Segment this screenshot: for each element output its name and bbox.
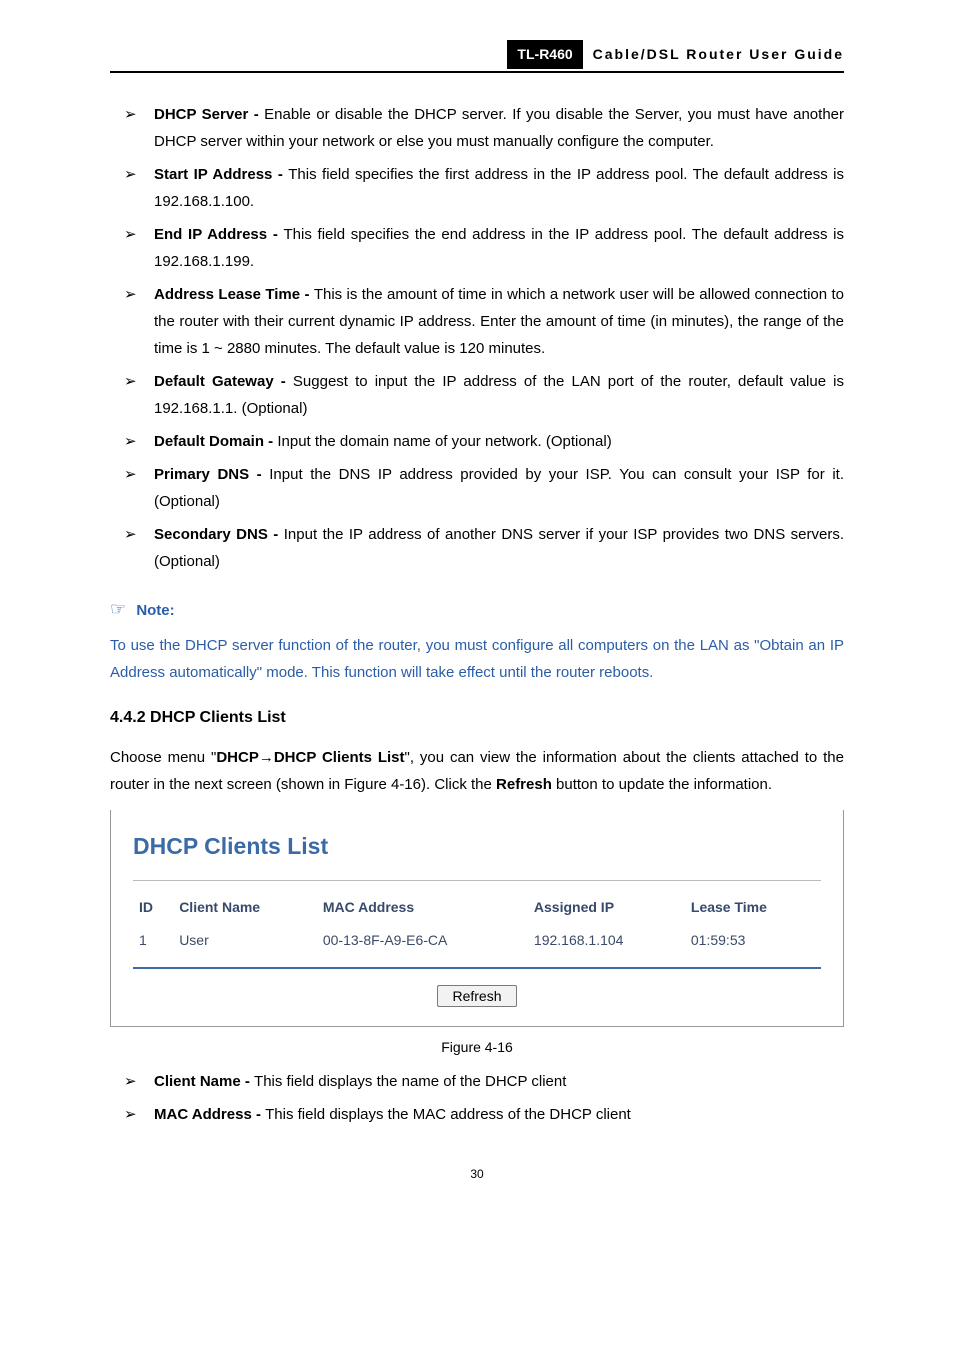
page-header: TL-R460 Cable/DSL Router User Guide bbox=[110, 40, 844, 73]
dhcp-server-fields-list: DHCP Server - Enable or disable the DHCP… bbox=[110, 101, 844, 575]
term-label: MAC Address - bbox=[154, 1106, 265, 1123]
guide-title: Cable/DSL Router User Guide bbox=[593, 42, 844, 67]
client-field-descriptions: Client Name - This field displays the na… bbox=[110, 1068, 844, 1128]
refresh-button[interactable]: Refresh bbox=[437, 985, 516, 1007]
note-body: To use the DHCP server function of the r… bbox=[110, 632, 844, 686]
col-client-name: Client Name bbox=[173, 891, 317, 924]
dhcp-clients-table: ID Client Name MAC Address Assigned IP L… bbox=[133, 891, 821, 957]
term-label: Client Name - bbox=[154, 1073, 254, 1090]
page-number: 30 bbox=[110, 1164, 844, 1186]
col-ip: Assigned IP bbox=[528, 891, 685, 924]
section-paragraph: Choose menu "DHCP→DHCP Clients List", yo… bbox=[110, 744, 844, 798]
term-label: Secondary DNS - bbox=[154, 526, 284, 543]
cell-id: 1 bbox=[133, 924, 173, 957]
note-heading: ☞ Note: bbox=[110, 593, 844, 625]
cell-name: User bbox=[173, 924, 317, 957]
list-item: DHCP Server - Enable or disable the DHCP… bbox=[110, 101, 844, 155]
list-item: Address Lease Time - This is the amount … bbox=[110, 281, 844, 362]
note-label: Note: bbox=[136, 602, 174, 619]
dhcp-clients-figure: DHCP Clients List ID Client Name MAC Add… bbox=[110, 810, 844, 1027]
cell-lease: 01:59:53 bbox=[685, 924, 821, 957]
list-item: Secondary DNS - Input the IP address of … bbox=[110, 521, 844, 575]
list-item: Default Domain - Input the domain name o… bbox=[110, 428, 844, 455]
list-item: Primary DNS - Input the DNS IP address p… bbox=[110, 461, 844, 515]
list-item: Start IP Address - This field specifies … bbox=[110, 161, 844, 215]
figure-title: DHCP Clients List bbox=[133, 826, 821, 867]
table-row: 1User00-13-8F-A9-E6-CA192.168.1.10401:59… bbox=[133, 924, 821, 957]
col-lease: Lease Time bbox=[685, 891, 821, 924]
list-item: End IP Address - This field specifies th… bbox=[110, 221, 844, 275]
list-item: Default Gateway - Suggest to input the I… bbox=[110, 368, 844, 422]
term-label: Default Domain - bbox=[154, 433, 277, 450]
term-label: DHCP Server - bbox=[154, 106, 264, 123]
pointing-hand-icon: ☞ bbox=[110, 599, 126, 619]
term-description: This field displays the MAC address of t… bbox=[265, 1106, 631, 1123]
term-label: Primary DNS - bbox=[154, 466, 269, 483]
cell-ip: 192.168.1.104 bbox=[528, 924, 685, 957]
divider bbox=[133, 880, 821, 881]
col-mac: MAC Address bbox=[317, 891, 528, 924]
term-description: This field displays the name of the DHCP… bbox=[254, 1073, 566, 1090]
term-description: Input the domain name of your network. (… bbox=[277, 433, 611, 450]
term-label: Default Gateway - bbox=[154, 373, 293, 390]
term-label: Address Lease Time - bbox=[154, 286, 314, 303]
term-label: End IP Address - bbox=[154, 226, 284, 243]
col-id: ID bbox=[133, 891, 173, 924]
list-item: Client Name - This field displays the na… bbox=[110, 1068, 844, 1095]
term-label: Start IP Address - bbox=[154, 166, 288, 183]
figure-caption: Figure 4-16 bbox=[110, 1035, 844, 1060]
list-item: MAC Address - This field displays the MA… bbox=[110, 1101, 844, 1128]
section-heading: 4.4.2 DHCP Clients List bbox=[110, 704, 844, 733]
divider-accent bbox=[133, 967, 821, 969]
model-badge: TL-R460 bbox=[507, 40, 582, 69]
cell-mac: 00-13-8F-A9-E6-CA bbox=[317, 924, 528, 957]
